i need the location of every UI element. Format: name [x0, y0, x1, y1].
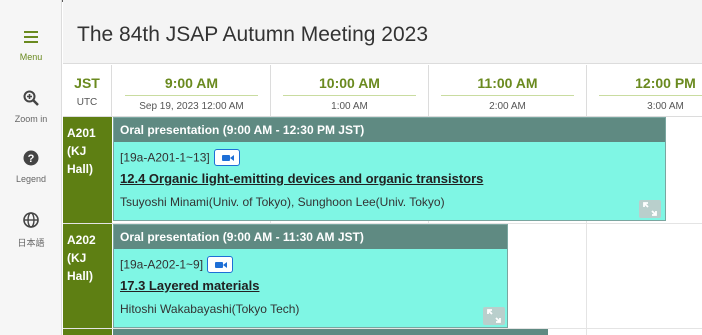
hour-column: 11:00 AM 2:00 AM [429, 65, 586, 117]
globe-icon [23, 212, 39, 228]
help-circle-icon: ? [23, 150, 39, 166]
hour-jst: 10:00 AM [319, 75, 380, 91]
svg-text:?: ? [28, 153, 35, 165]
legend-label: Legend [15, 174, 47, 184]
session-chairs: Hitoshi Wakabayashi(Tokyo Tech) [120, 302, 300, 316]
hour-jst: 9:00 AM [164, 75, 219, 91]
session-code: [19a-A202-1~9] [120, 257, 204, 272]
room-name-line: (KJ [67, 251, 87, 265]
video-camera-icon[interactable] [207, 256, 234, 273]
timezone-primary: JST [74, 75, 100, 91]
timetable-grid: A201 (KJ Hall) Oral presentation (9:00 A… [63, 117, 702, 335]
hour-utc: 3:00 AM [647, 101, 684, 112]
time-header: JST UTC 9:00 AM Sep 19, 2023 12:00 AM 10… [63, 65, 702, 117]
hour-column: 12:00 PM 3:00 AM [587, 65, 702, 117]
page-title: The 84th JSAP Autumn Meeting 2023 [77, 23, 429, 46]
zoom-in-label: Zoom in [14, 114, 48, 124]
timezone-labels: JST UTC [63, 65, 112, 117]
hamburger-icon [24, 31, 38, 43]
hour-utc: 2:00 AM [489, 101, 526, 112]
session-code: [19a-A201-1~13] [120, 150, 210, 165]
hour-column: 10:00 AM 1:00 AM [271, 65, 428, 117]
session-chairs: Tsuyoshi Minami(Univ. of Tokyo), Sunghoo… [120, 195, 445, 209]
room-label-a201: A201 (KJ Hall) [63, 117, 112, 223]
session-header: Oral presentation (9:00 AM - 11:30 AM JS… [114, 225, 507, 249]
expand-icon[interactable] [483, 307, 505, 325]
room-name-line: A201 [67, 126, 96, 140]
sidebar: Menu Zoom in ? Legend 日本語 [0, 0, 62, 335]
session-code-row: [19a-A201-1~13] [120, 149, 240, 167]
timezone-secondary: UTC [76, 97, 98, 108]
video-camera-icon[interactable] [213, 149, 240, 166]
menu-button[interactable]: Menu [0, 30, 62, 62]
room-label-next [63, 329, 112, 335]
hour-column: 9:00 AM Sep 19, 2023 12:00 AM [113, 65, 270, 117]
session-title-link[interactable]: 12.4 Organic light-emitting devices and … [120, 171, 483, 186]
language-button[interactable]: 日本語 [0, 212, 62, 249]
session-code-row: [19a-A202-1~9] [120, 256, 234, 274]
language-label: 日本語 [17, 238, 45, 248]
session-header: Oral presentation (9:00 AM - 12:30 PM JS… [114, 118, 665, 142]
room-label-a202: A202 (KJ Hall) [63, 224, 112, 328]
room-name-line: A202 [67, 233, 96, 247]
session-card-a201[interactable]: Oral presentation (9:00 AM - 12:30 PM JS… [113, 117, 666, 221]
hour-utc: 1:00 AM [331, 101, 368, 112]
hour-utc: Sep 19, 2023 12:00 AM [139, 101, 244, 112]
session-card-next[interactable] [113, 329, 548, 335]
hour-jst: 12:00 PM [635, 75, 696, 91]
menu-label: Menu [19, 52, 43, 62]
session-title-link[interactable]: 17.3 Layered materials [120, 278, 259, 293]
expand-icon[interactable] [639, 200, 661, 218]
zoom-in-icon [23, 90, 39, 106]
zoom-in-button[interactable]: Zoom in [0, 90, 62, 124]
legend-button[interactable]: ? Legend [0, 150, 62, 184]
room-name-line: Hall) [67, 162, 94, 176]
page-header: The 84th JSAP Autumn Meeting 2023 [63, 0, 702, 64]
session-card-a202[interactable]: Oral presentation (9:00 AM - 11:30 AM JS… [113, 224, 508, 328]
hour-jst: 11:00 AM [477, 75, 538, 91]
room-name-line: Hall) [67, 269, 94, 283]
room-name-line: (KJ [67, 144, 87, 158]
